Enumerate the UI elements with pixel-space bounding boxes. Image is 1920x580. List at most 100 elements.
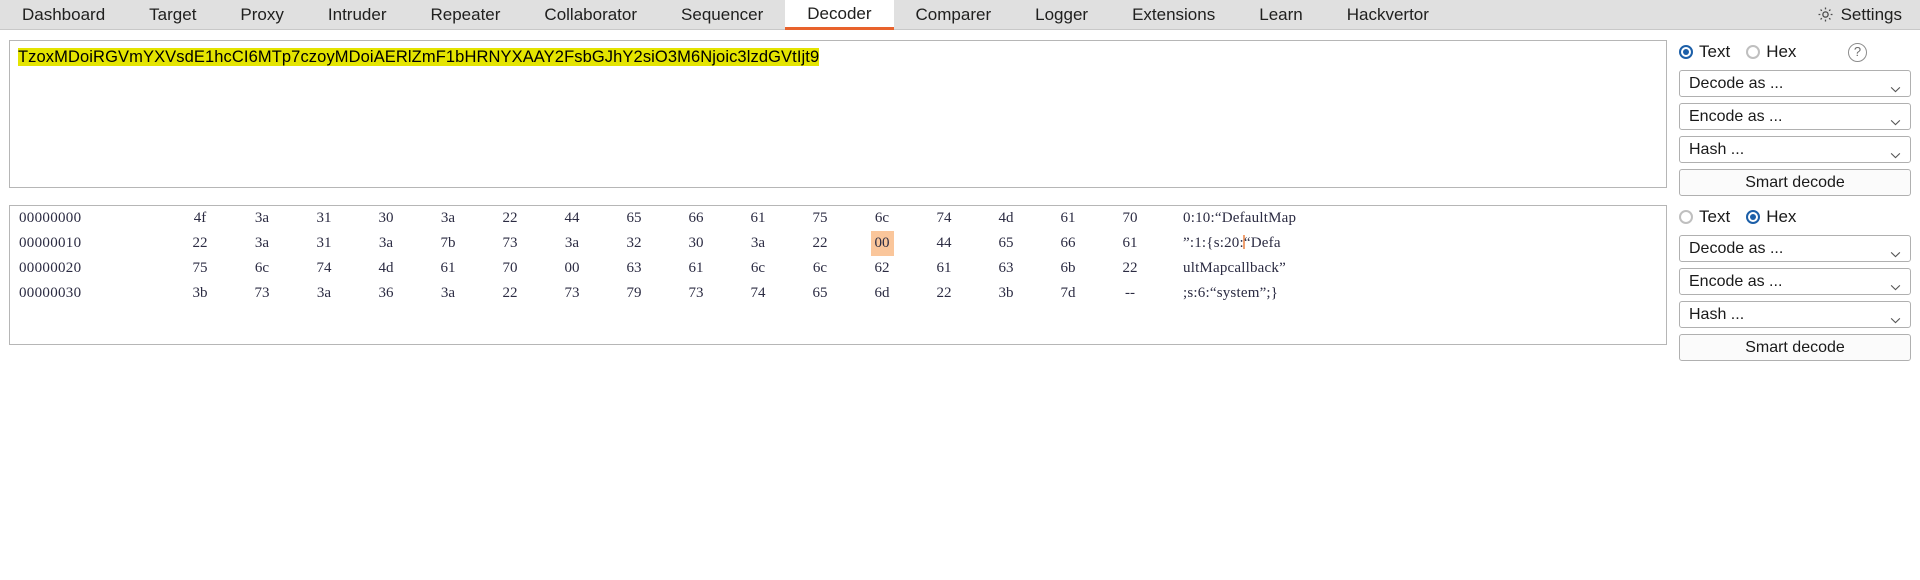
top-encode-as-select[interactable]: Encode as ... xyxy=(1679,103,1911,130)
hex-byte[interactable]: 22 xyxy=(913,281,975,306)
hex-byte[interactable]: 73 xyxy=(479,231,541,256)
tab-logger[interactable]: Logger xyxy=(1013,0,1110,29)
tab-label: Comparer xyxy=(916,5,992,25)
hex-byte[interactable]: 61 xyxy=(727,206,789,231)
hex-byte[interactable]: 75 xyxy=(169,256,231,281)
hex-byte[interactable]: 66 xyxy=(665,206,727,231)
tab-decoder[interactable]: Decoder xyxy=(785,0,893,30)
tab-sequencer[interactable]: Sequencer xyxy=(659,0,785,29)
hex-byte[interactable]: 3b xyxy=(169,281,231,306)
top-decode-as-select[interactable]: Decode as ... xyxy=(1679,70,1911,97)
hex-byte[interactable]: 66 xyxy=(1037,231,1099,256)
hex-byte[interactable]: 7b xyxy=(417,231,479,256)
tab-collaborator[interactable]: Collaborator xyxy=(522,0,659,29)
hex-byte[interactable]: 6c xyxy=(789,256,851,281)
hex-byte[interactable]: 3a xyxy=(727,231,789,256)
bottom-smart-decode-button[interactable]: Smart decode xyxy=(1679,334,1911,361)
top-view-text-radio[interactable]: Text xyxy=(1679,42,1730,62)
table-row[interactable]: 00000000 4f 3a 31 30 3a 22 44 65 66 61 7… xyxy=(10,206,1666,231)
hex-byte[interactable]: 36 xyxy=(355,281,417,306)
hexdump-ascii: 0:10:“DefaultMap xyxy=(1161,206,1666,231)
table-row[interactable]: 00000020 75 6c 74 4d 61 70 00 63 61 6c 6… xyxy=(10,256,1666,281)
bottom-decode-as-select[interactable]: Decode as ... xyxy=(1679,235,1911,262)
tab-dashboard[interactable]: Dashboard xyxy=(0,0,127,29)
table-row[interactable]: 00000030 3b 73 3a 36 3a 22 73 79 73 74 6… xyxy=(10,281,1666,306)
hex-byte[interactable]: 6d xyxy=(851,281,913,306)
hex-byte-selected[interactable]: 00 xyxy=(851,231,913,256)
hex-byte[interactable]: 3a xyxy=(293,281,355,306)
hex-byte[interactable]: 61 xyxy=(665,256,727,281)
tab-proxy[interactable]: Proxy xyxy=(218,0,305,29)
hex-byte[interactable]: 65 xyxy=(975,231,1037,256)
hex-byte[interactable]: 44 xyxy=(913,231,975,256)
hex-byte[interactable]: 31 xyxy=(293,206,355,231)
tab-label: Intruder xyxy=(328,5,387,25)
tab-comparer[interactable]: Comparer xyxy=(894,0,1014,29)
hex-byte[interactable]: 63 xyxy=(603,256,665,281)
bottom-view-hex-radio[interactable]: Hex xyxy=(1746,207,1796,227)
bottom-encode-as-select[interactable]: Encode as ... xyxy=(1679,268,1911,295)
hex-byte[interactable]: 4d xyxy=(355,256,417,281)
bottom-view-text-radio[interactable]: Text xyxy=(1679,207,1730,227)
decoder-input-text[interactable]: TzoxMDoiRGVmYXVsdE1hcCI6MTp7czoyMDoiAERl… xyxy=(18,48,819,66)
hex-byte[interactable]: 61 xyxy=(1099,231,1161,256)
hex-byte[interactable]: 75 xyxy=(789,206,851,231)
tab-intruder[interactable]: Intruder xyxy=(306,0,409,29)
hex-byte[interactable]: 61 xyxy=(417,256,479,281)
hex-byte[interactable]: 4f xyxy=(169,206,231,231)
hex-byte[interactable]: 6b xyxy=(1037,256,1099,281)
hex-byte[interactable]: 63 xyxy=(975,256,1037,281)
hex-byte[interactable]: 3a xyxy=(541,231,603,256)
hex-byte[interactable]: 7d xyxy=(1037,281,1099,306)
hex-byte[interactable]: 31 xyxy=(293,231,355,256)
tab-hackvertor[interactable]: Hackvertor xyxy=(1325,0,1451,29)
hex-byte[interactable]: 4d xyxy=(975,206,1037,231)
hex-byte[interactable]: 30 xyxy=(665,231,727,256)
hex-byte[interactable]: 73 xyxy=(541,281,603,306)
hex-byte[interactable]: 61 xyxy=(1037,206,1099,231)
top-smart-decode-button[interactable]: Smart decode xyxy=(1679,169,1911,196)
hex-byte[interactable]: 70 xyxy=(479,256,541,281)
top-hash-select[interactable]: Hash ... xyxy=(1679,136,1911,163)
tab-learn[interactable]: Learn xyxy=(1237,0,1324,29)
settings-button[interactable]: Settings xyxy=(1807,0,1920,29)
hex-byte[interactable]: 30 xyxy=(355,206,417,231)
hex-byte[interactable]: 6c xyxy=(727,256,789,281)
hex-byte[interactable]: 44 xyxy=(541,206,603,231)
hex-byte[interactable]: 61 xyxy=(913,256,975,281)
decoder-input-editor[interactable]: TzoxMDoiRGVmYXVsdE1hcCI6MTp7czoyMDoiAERl… xyxy=(9,40,1667,188)
hex-byte[interactable]: 3a xyxy=(417,281,479,306)
tab-target[interactable]: Target xyxy=(127,0,218,29)
hex-byte[interactable]: 65 xyxy=(603,206,665,231)
hex-byte[interactable]: 3a xyxy=(231,206,293,231)
hex-byte[interactable]: 22 xyxy=(479,281,541,306)
hex-byte[interactable]: 32 xyxy=(603,231,665,256)
hex-byte[interactable]: 74 xyxy=(913,206,975,231)
hex-byte[interactable]: 74 xyxy=(293,256,355,281)
hex-byte[interactable]: 6c xyxy=(851,206,913,231)
hex-byte[interactable]: 3a xyxy=(417,206,479,231)
hex-byte[interactable]: 22 xyxy=(169,231,231,256)
hex-byte[interactable]: 79 xyxy=(603,281,665,306)
bottom-hash-select[interactable]: Hash ... xyxy=(1679,301,1911,328)
hex-byte[interactable]: 74 xyxy=(727,281,789,306)
hex-byte[interactable]: 6c xyxy=(231,256,293,281)
hex-byte[interactable]: 62 xyxy=(851,256,913,281)
table-row[interactable]: 00000010 22 3a 31 3a 7b 73 3a 32 30 3a 2… xyxy=(10,231,1666,256)
hex-byte[interactable]: 22 xyxy=(1099,256,1161,281)
hex-byte[interactable]: 22 xyxy=(479,206,541,231)
hex-byte[interactable]: 3a xyxy=(231,231,293,256)
hex-byte[interactable]: 73 xyxy=(231,281,293,306)
hex-byte[interactable]: 65 xyxy=(789,281,851,306)
hex-byte[interactable]: 00 xyxy=(541,256,603,281)
hex-byte[interactable]: 3a xyxy=(355,231,417,256)
hex-byte[interactable]: 22 xyxy=(789,231,851,256)
tab-extensions[interactable]: Extensions xyxy=(1110,0,1237,29)
hex-byte[interactable]: 3b xyxy=(975,281,1037,306)
help-icon[interactable]: ? xyxy=(1848,43,1867,62)
hex-byte[interactable]: 73 xyxy=(665,281,727,306)
hex-byte[interactable]: 70 xyxy=(1099,206,1161,231)
tab-repeater[interactable]: Repeater xyxy=(408,0,522,29)
decoder-output-editor[interactable]: 00000000 4f 3a 31 30 3a 22 44 65 66 61 7… xyxy=(9,205,1667,345)
top-view-hex-radio[interactable]: Hex xyxy=(1746,42,1796,62)
